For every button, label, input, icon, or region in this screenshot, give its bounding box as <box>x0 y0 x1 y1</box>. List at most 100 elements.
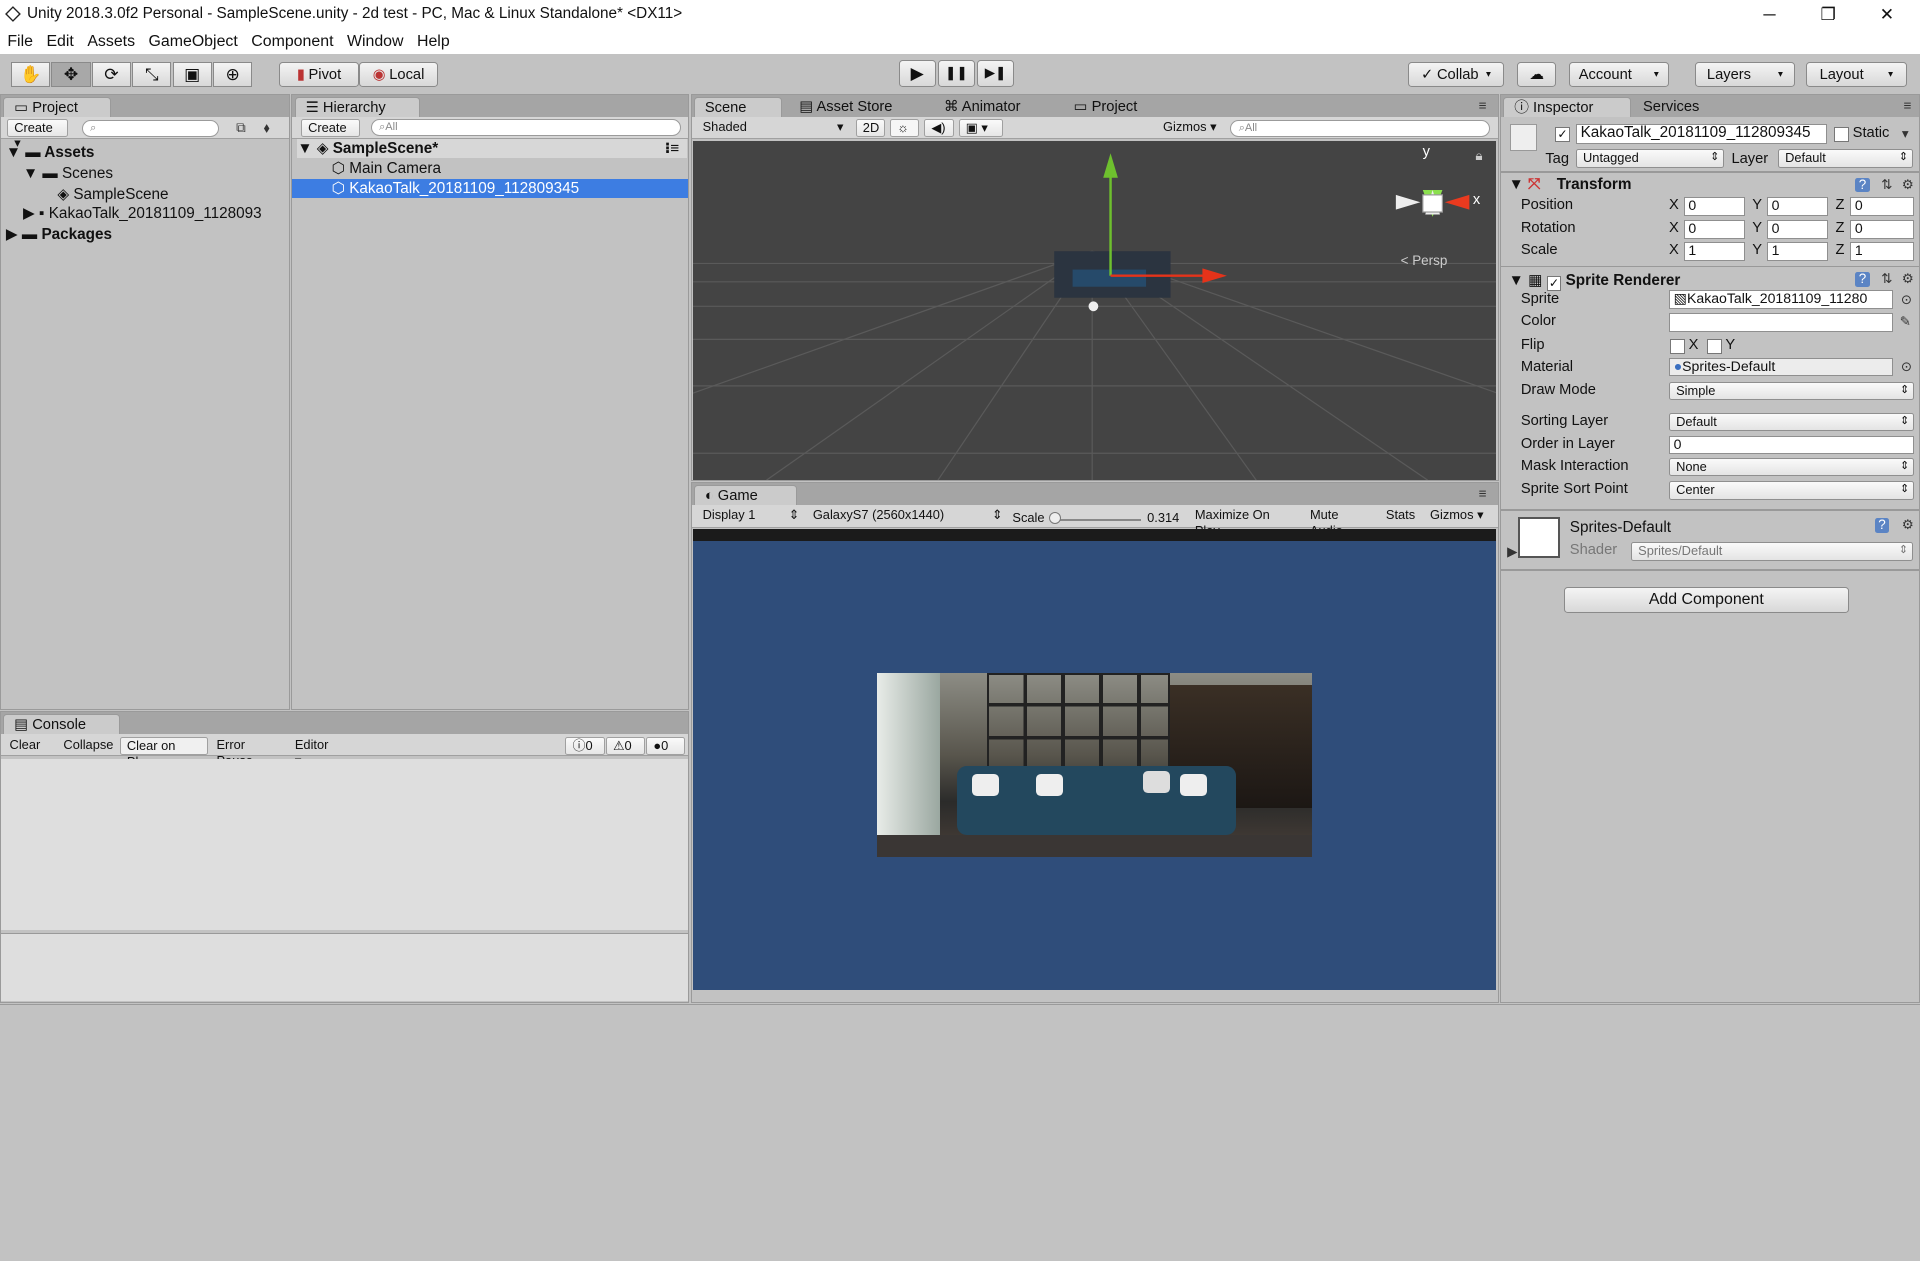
rect-tool-icon[interactable]: ▣ <box>172 62 212 87</box>
presets-icon[interactable]: ⇅ <box>1880 271 1895 287</box>
material-field[interactable]: ●Sprites-Default <box>1668 357 1894 376</box>
scene-search-input[interactable]: ⌕All <box>1230 119 1490 137</box>
minimize-button[interactable]: ─ <box>1751 2 1788 26</box>
help-icon[interactable]: ? <box>1855 271 1870 287</box>
tree-assets[interactable]: ▼ ▬ Assets <box>6 144 95 162</box>
panel-menu-icon[interactable]: ≡ <box>1475 98 1490 114</box>
tab-scene[interactable]: Scene <box>694 96 783 118</box>
object-picker-icon[interactable]: ⊙ <box>1899 292 1914 308</box>
2d-toggle[interactable]: 2D <box>855 118 886 137</box>
tab-services[interactable]: Services <box>1633 97 1709 118</box>
transform-tool-icon[interactable]: ⊕ <box>213 62 253 87</box>
flip-y-checkbox[interactable] <box>1706 339 1722 354</box>
help-icon[interactable]: ? <box>1855 177 1870 193</box>
shading-mode-dropdown[interactable]: Shaded ▾ <box>697 119 846 137</box>
add-component-button[interactable]: Add Component <box>1563 586 1849 614</box>
console-editor-dropdown[interactable]: Editor ▾ <box>289 737 340 768</box>
pivot-toggle[interactable]: ▮ Pivot <box>279 62 359 87</box>
static-dropdown-icon[interactable]: ▾ <box>1898 127 1913 142</box>
close-button[interactable]: ✕ <box>1869 2 1906 26</box>
tree-samplescene[interactable]: ◈ SampleScene <box>57 185 168 204</box>
settings-gear-icon[interactable]: ⚙ <box>1900 271 1915 287</box>
hierarchy-item-kakaotalk[interactable]: ⬡ KakaoTalk_20181109_112809345 <box>292 178 688 199</box>
tab-game[interactable]: ◐ Game <box>694 484 797 506</box>
menu-file[interactable]: File <box>7 33 33 51</box>
position-x-field[interactable]: 0 <box>1683 197 1745 216</box>
account-dropdown[interactable]: Account ▾ <box>1568 62 1669 87</box>
display-dropdown[interactable]: Display 1 ⇕ <box>697 507 800 525</box>
hand-tool-icon[interactable]: ✋ <box>11 62 51 87</box>
menu-assets[interactable]: Assets <box>87 33 135 51</box>
scene-menu-icon[interactable]: ⁝≡ <box>665 139 680 158</box>
sprite-sort-point-dropdown[interactable]: Center <box>1668 481 1914 500</box>
lock-icon[interactable]: 🔒︎ <box>1472 148 1487 164</box>
settings-gear-icon[interactable]: ⚙ <box>1900 177 1915 193</box>
tree-scenes[interactable]: ▼ ▬ Scenes <box>23 165 113 183</box>
hierarchy-create-dropdown[interactable]: Create ▾ <box>300 118 360 150</box>
filter-label-icon[interactable]: ⬧ <box>259 120 274 136</box>
hierarchy-scene-row[interactable]: ▼ ◈ SampleScene* ⁝≡ <box>297 139 687 159</box>
scene-effects-icon[interactable]: ▣ ▾ <box>958 118 1003 137</box>
order-in-layer-field[interactable]: 0 <box>1668 435 1914 455</box>
eyedropper-icon[interactable]: ✎ <box>1898 314 1913 330</box>
console-collapse-button[interactable]: Collapse <box>57 737 121 755</box>
persp-label[interactable]: < Persp <box>1401 253 1448 268</box>
settings-gear-icon[interactable]: ⚙ <box>1900 517 1915 533</box>
tab-asset-store[interactable]: ▤ Asset Store <box>790 97 903 118</box>
flip-x-checkbox[interactable] <box>1670 339 1685 354</box>
sprite-renderer-enabled-checkbox[interactable]: ✓ <box>1546 276 1562 291</box>
scale-slider[interactable] <box>1052 518 1141 522</box>
scene-gizmos-dropdown[interactable]: Gizmos ▾ <box>1157 119 1223 137</box>
tree-kakaotalk[interactable]: ▶ ▪ KakaoTalk_20181109_1128093 <box>23 204 287 223</box>
inspector-menu-icon[interactable]: ≡ <box>1900 98 1915 114</box>
scale-y-field[interactable]: 1 <box>1766 242 1829 261</box>
menu-help[interactable]: Help <box>417 33 450 51</box>
console-clear-button[interactable]: Clear <box>3 737 52 755</box>
game-gizmos-dropdown[interactable]: Gizmos ▾ <box>1424 507 1495 525</box>
active-checkbox[interactable]: ✓ <box>1555 127 1570 143</box>
local-toggle[interactable]: ◉ Local <box>358 62 439 87</box>
presets-icon[interactable]: ⇅ <box>1880 177 1895 193</box>
hierarchy-search-input[interactable]: ⌕All <box>370 118 681 136</box>
filter-type-icon[interactable]: ⧉ <box>234 120 249 136</box>
draw-mode-dropdown[interactable]: Simple <box>1668 382 1914 401</box>
object-picker-icon[interactable]: ⊙ <box>1899 359 1914 375</box>
console-error-pause-toggle[interactable]: Error Pause <box>210 737 288 768</box>
resolution-dropdown[interactable]: GalaxyS7 (2560x1440) ⇕ <box>807 507 1003 525</box>
console-warning-count[interactable]: ⚠0 <box>605 736 646 756</box>
project-create-dropdown[interactable]: Create ▾ <box>7 118 69 150</box>
cloud-button[interactable]: ☁ <box>1517 62 1557 87</box>
console-clear-on-play-toggle[interactable]: Clear on Play <box>119 736 208 769</box>
menu-gameobject[interactable]: GameObject <box>149 33 238 51</box>
stats-toggle[interactable]: Stats <box>1380 507 1424 525</box>
project-search-input[interactable]: ⌕ <box>81 119 219 137</box>
static-checkbox[interactable] <box>1834 127 1849 143</box>
tab-project[interactable]: ▭ Project <box>3 96 112 118</box>
scene-lighting-icon[interactable]: ☼ <box>889 118 920 137</box>
game-panel-menu-icon[interactable]: ≡ <box>1475 486 1490 502</box>
play-button[interactable]: ▶ <box>898 60 936 87</box>
sprite-field[interactable]: ▧KakaoTalk_20181109_11280 <box>1668 290 1894 309</box>
move-tool-icon[interactable]: ✥ <box>51 62 91 87</box>
console-info-count[interactable]: ⓘ0 <box>565 736 605 756</box>
menu-window[interactable]: Window <box>347 33 404 51</box>
material-expand-icon[interactable]: ▶ <box>1505 544 1520 560</box>
rotate-tool-icon[interactable]: ⟳ <box>91 62 131 87</box>
mask-interaction-dropdown[interactable]: None <box>1668 457 1914 477</box>
position-y-field[interactable]: 0 <box>1766 197 1829 216</box>
shader-dropdown[interactable]: Sprites/Default <box>1631 542 1913 561</box>
tag-dropdown[interactable]: Untagged <box>1575 149 1725 168</box>
console-error-count[interactable]: ●0 <box>646 736 686 756</box>
scale-tool-icon[interactable]: ⤡ <box>132 62 172 87</box>
menu-component[interactable]: Component <box>251 33 333 51</box>
tab-project-2[interactable]: ▭ Project <box>1064 97 1147 118</box>
tab-console[interactable]: ▤ Console <box>3 713 120 735</box>
tab-hierarchy[interactable]: ☰ Hierarchy <box>294 96 420 118</box>
tab-inspector[interactable]: ⓘ Inspector <box>1503 96 1631 118</box>
pause-button[interactable]: ❚❚ <box>937 60 975 87</box>
tab-animator[interactable]: ⌘ Animator <box>934 97 1030 118</box>
layout-dropdown[interactable]: Layout ▾ <box>1806 62 1907 87</box>
tree-packages[interactable]: ▶ ▬ Packages <box>6 225 112 244</box>
rotation-x-field[interactable]: 0 <box>1683 220 1745 239</box>
scale-z-field[interactable]: 1 <box>1850 242 1914 261</box>
